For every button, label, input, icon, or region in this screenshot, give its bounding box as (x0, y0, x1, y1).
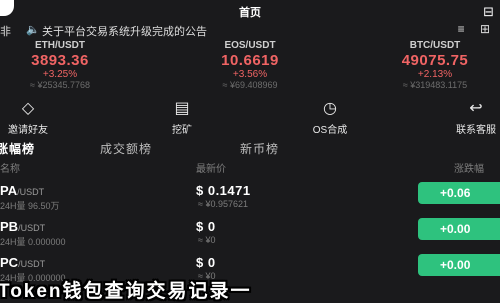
ticker-change: +3.56% (232, 69, 268, 80)
ticker-eos[interactable]: EOS/USDT 10.6619 +3.56% ≈ ¥69.408969 (185, 40, 315, 90)
tab-volume[interactable]: 成交额榜 (100, 140, 152, 157)
pair-price: $ 0 (196, 219, 216, 234)
ticker-btc[interactable]: BTC/USDT 49075.75 +2.13% ≈ ¥319483.1175 (370, 40, 500, 90)
tab-new-coins[interactable]: 新币榜 (240, 140, 279, 157)
pair-price-cny: ≈ ¥0.957621 (198, 199, 248, 209)
contact-support-button[interactable]: ↩ 联系客服 (426, 98, 500, 136)
ticker-name: ETH/USDT (35, 40, 85, 51)
action-label: 联系客服 (456, 125, 496, 136)
pair-price: $ 0 (196, 255, 216, 270)
ticker-price: 10.6619 (221, 52, 279, 69)
notice-prefix: 非 (0, 26, 11, 38)
pair-price-cny: ≈ ¥0 (198, 235, 216, 245)
pair-volume: 24H量 0.000000 (0, 237, 66, 247)
os-synthesis-button[interactable]: ◷ OS合成 (280, 98, 380, 136)
change-badge[interactable]: +0.06 (418, 182, 500, 204)
column-header-change: 涨跌幅 (454, 164, 484, 175)
announcement-bar[interactable]: 非 🔈 关于平台交易系统升级完成的公告 ≡ ⊞ (0, 20, 500, 40)
overlay-caption: Token钱包查询交易记录一 (0, 281, 252, 302)
column-header-name: 名称 (0, 164, 20, 175)
change-badge[interactable]: +0.00 (418, 254, 500, 276)
pair-price: $ 0.1471 (196, 183, 251, 198)
speaker-icon: 🔈 (26, 24, 40, 36)
ranking-tabs: 涨幅榜 成交额榜 新币榜 (0, 137, 500, 157)
action-label: OS合成 (312, 125, 348, 136)
ticker-cny: ≈ ¥319483.1175 (402, 80, 468, 90)
return-icon: ↩ (469, 100, 483, 117)
ticker-price: 3893.36 (31, 52, 89, 69)
action-label: 挖矿 (172, 125, 192, 136)
pair-volume: 24H量 96.50万 (0, 201, 60, 211)
ticker-name: EOS/USDT (224, 40, 276, 51)
mining-button[interactable]: ▤ 挖矿 (132, 98, 232, 136)
action-label: 邀请好友 (8, 125, 48, 136)
grid-icon[interactable]: ⊟ (483, 4, 494, 20)
pair-name: PC/USDT (0, 255, 46, 270)
menu-icon[interactable]: ≡ ⊞ (458, 22, 496, 36)
ticker-price: 49075.75 (401, 52, 469, 69)
invite-friends-button[interactable]: ◇ 邀请好友 (0, 98, 78, 136)
page-title: 首页 (239, 7, 261, 19)
document-icon: ▤ (174, 100, 190, 117)
pair-name: PB/USDT (0, 219, 46, 234)
ticker-cny: ≈ ¥69.408969 (222, 80, 278, 90)
table-row[interactable]: PA/USDT 24H量 96.50万 $ 0.1471 ≈ ¥0.957621… (0, 182, 500, 218)
tab-gainers[interactable]: 涨幅榜 (0, 140, 35, 157)
ticker-eth[interactable]: ETH/USDT 3893.36 +3.25% ≈ ¥25345.7768 (0, 40, 125, 90)
column-header-price: 最新价 (196, 164, 226, 175)
pair-name: PA/USDT (0, 183, 45, 198)
ticker-name: BTC/USDT (409, 40, 461, 51)
ticker-change: +2.13% (417, 69, 453, 80)
ticker-cny: ≈ ¥25345.7768 (30, 80, 90, 90)
change-badge[interactable]: +0.00 (418, 218, 500, 240)
ticker-change: +3.25% (42, 69, 78, 80)
table-row[interactable]: PB/USDT 24H量 0.000000 $ 0 ≈ ¥0 +0.00 (0, 218, 500, 254)
clock-icon: ◷ (323, 100, 337, 117)
announcement-text[interactable]: 关于平台交易系统升级完成的公告 (42, 23, 207, 39)
diamond-icon: ◇ (21, 100, 35, 117)
